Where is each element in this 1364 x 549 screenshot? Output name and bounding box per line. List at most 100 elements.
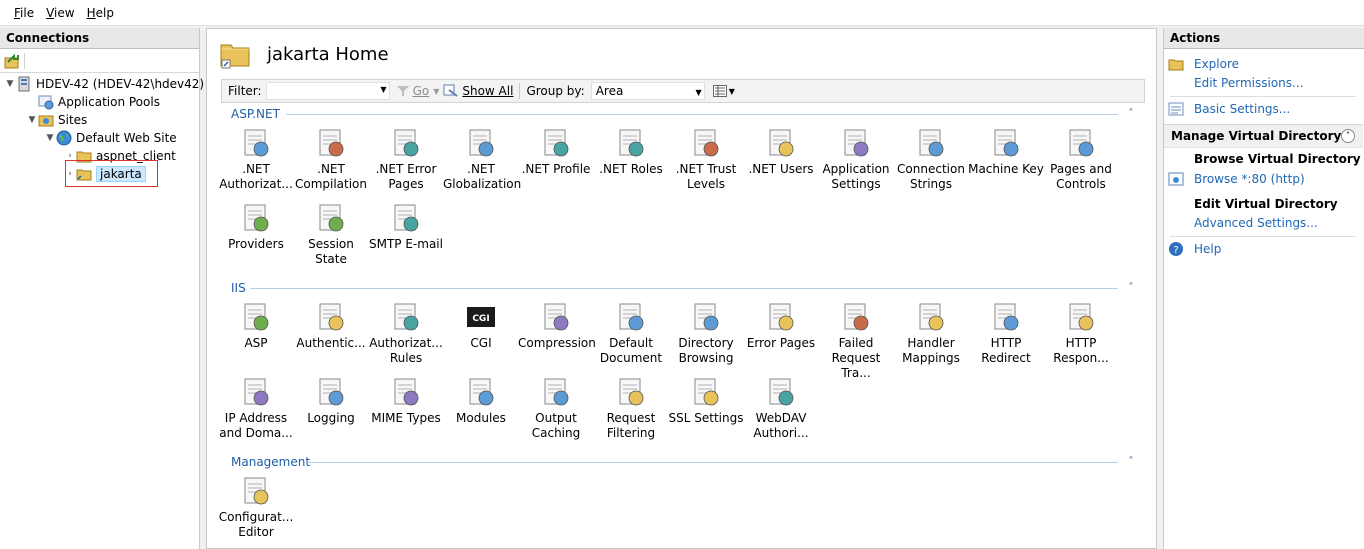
tree-default-site-node[interactable]: ▼ Default Web Site	[44, 129, 177, 147]
basic-settings-action[interactable]: Basic Settings...	[1168, 101, 1290, 117]
feature-request-filtering[interactable]: Request Filtering	[593, 376, 669, 441]
feature-http-redirect[interactable]: HTTP Redirect	[968, 301, 1044, 366]
feature-asp[interactable]: ASP	[218, 301, 294, 351]
feature-compilation[interactable]: .NET Compilation	[293, 127, 369, 192]
show-all-button[interactable]: Show All	[443, 84, 513, 98]
feature-globe[interactable]: .NET Globalization	[443, 127, 521, 192]
group-title-management: Management	[231, 455, 311, 469]
feature-directory-browsing[interactable]: Directory Browsing	[668, 301, 744, 366]
new-connection-icon[interactable]	[4, 53, 20, 69]
expand-arrow-icon[interactable]: ▼	[26, 115, 38, 125]
feature-ssl-lock[interactable]: SSL Settings	[668, 376, 744, 426]
edit-permissions-action[interactable]: Edit Permissions...	[1194, 76, 1303, 90]
feature-label: Handler	[907, 336, 955, 350]
feature-settings-list[interactable]: Application Settings	[818, 127, 894, 192]
help-link[interactable]: Help	[1194, 242, 1221, 256]
actions-header: Actions	[1164, 28, 1364, 49]
feature-mime-types[interactable]: MIME Types	[368, 376, 444, 426]
feature-authentication[interactable]: Authentic...	[293, 301, 369, 351]
expand-arrow-icon[interactable]: ▼	[44, 133, 56, 143]
feature-webdav[interactable]: WebDAV Authori...	[743, 376, 819, 441]
collapse-section-icon[interactable]: ˄	[1341, 129, 1355, 143]
error-pages-404-icon	[743, 301, 819, 333]
feature-users[interactable]: .NET Users	[743, 127, 819, 177]
features-view: jakarta Home Filter: ▼ Go ▼ Show All Gro…	[206, 28, 1157, 549]
feature-failed-request[interactable]: Failed Request Tra...	[818, 301, 894, 381]
feature-trust-globe-check[interactable]: .NET Trust Levels	[668, 127, 744, 192]
feature-server-key[interactable]: Machine Key	[968, 127, 1044, 177]
feature-profile[interactable]: .NET Profile	[518, 127, 594, 177]
dropdown-arrow-icon[interactable]: ▼	[696, 85, 702, 101]
group-header-management[interactable]: Management	[231, 454, 310, 470]
home-header: jakarta Home	[207, 29, 1156, 79]
feature-label: .NET Trust	[675, 162, 737, 176]
group-divider	[250, 288, 1118, 289]
menu-file[interactable]: File	[8, 6, 40, 20]
cgi-icon: CGI	[443, 301, 519, 333]
manage-virtual-directory-header[interactable]: Manage Virtual Directory ˄	[1164, 124, 1363, 148]
feature-smtp-email[interactable]: SMTP E-mail	[368, 202, 444, 252]
actions-divider	[1170, 236, 1356, 237]
group-by-select[interactable]: Area ▼	[590, 82, 705, 101]
feature-providers[interactable]: Providers	[218, 202, 294, 252]
feature-default-document[interactable]: Default Document	[593, 301, 669, 366]
logging-icon	[293, 376, 369, 408]
feature-roles[interactable]: .NET Roles	[593, 127, 669, 177]
advanced-settings-action[interactable]: Advanced Settings...	[1194, 216, 1318, 230]
tree-sites-node[interactable]: ▼ Sites	[26, 111, 88, 129]
webdav-icon	[743, 376, 819, 408]
collapse-group-icon[interactable]: ˄	[1126, 109, 1136, 119]
filter-input[interactable]: ▼	[265, 82, 390, 100]
go-button[interactable]: Go	[396, 84, 429, 98]
explore-link[interactable]: Explore	[1194, 57, 1239, 71]
feature-http-response[interactable]: HTTP Respon...	[1043, 301, 1119, 366]
manage-title: Manage Virtual Directory	[1171, 129, 1342, 143]
feature-modules[interactable]: Modules	[443, 376, 519, 426]
feature-label: Machine Key	[968, 162, 1044, 176]
feature-compression[interactable]: Compression	[518, 301, 596, 351]
group-header-iis[interactable]: IIS	[231, 280, 246, 296]
browse-link[interactable]: Browse *:80 (http)	[1194, 172, 1305, 186]
go-dropdown-arrow-icon[interactable]: ▼	[433, 87, 439, 96]
tree-app-pools-node[interactable]: Application Pools	[26, 93, 160, 111]
menu-help[interactable]: Help	[81, 6, 120, 20]
tree-sites-label: Sites	[58, 113, 88, 127]
feature-handler-mappings[interactable]: Handler Mappings	[893, 301, 969, 366]
funnel-icon	[396, 86, 409, 96]
feature-error-pages-404[interactable]: Error Pages	[743, 301, 819, 351]
collapse-group-icon[interactable]: ˄	[1126, 283, 1136, 293]
feature-pages-controls[interactable]: Pages and Controls	[1043, 127, 1119, 192]
feature-cgi[interactable]: CGI CGI	[443, 301, 519, 351]
browse-action[interactable]: Browse *:80 (http)	[1168, 171, 1305, 187]
collapse-group-icon[interactable]: ˄	[1126, 457, 1136, 467]
feature-output-caching[interactable]: Output Caching	[518, 376, 594, 441]
feature-label: Authorizat...	[369, 336, 443, 350]
menu-view[interactable]: View	[40, 6, 80, 20]
feature-error-page-404[interactable]: .NET Error Pages	[368, 127, 444, 192]
feature-authorization-rules[interactable]: Authorizat... Rules	[368, 301, 444, 366]
menu-bar: File View Help	[0, 0, 1364, 26]
session-state-icon	[293, 202, 369, 234]
feature-authorization-lock[interactable]: .NET Authorizat...	[218, 127, 294, 192]
feature-logging[interactable]: Logging	[293, 376, 369, 426]
view-mode-button[interactable]: ▼	[712, 85, 735, 97]
feature-session-state[interactable]: Session State	[293, 202, 369, 267]
feature-label: .NET	[242, 162, 270, 176]
feature-ip-address[interactable]: IP Address and Doma...	[218, 376, 294, 441]
feature-label: .NET	[467, 162, 495, 176]
tree-server-node[interactable]: ▼ HDEV-42 (HDEV-42\hdev42)	[4, 75, 204, 93]
feature-database-ab[interactable]: Connection Strings	[893, 127, 969, 192]
edit-permissions-link[interactable]: Edit Permissions...	[1194, 76, 1303, 90]
ip-address-icon	[218, 376, 294, 408]
roles-icon	[593, 127, 669, 159]
dropdown-arrow-icon[interactable]: ▼	[380, 85, 386, 94]
basic-settings-link[interactable]: Basic Settings...	[1194, 102, 1290, 116]
explore-action[interactable]: Explore	[1168, 56, 1239, 72]
feature-configuration-editor[interactable]: Configurat... Editor	[218, 475, 294, 540]
expand-arrow-icon[interactable]: ▼	[4, 79, 16, 89]
filter-bar: Filter: ▼ Go ▼ Show All Group by: Area ▼ …	[221, 79, 1145, 103]
group-header-aspnet[interactable]: ASP.NET	[231, 106, 280, 122]
advanced-settings-link[interactable]: Advanced Settings...	[1194, 216, 1318, 230]
feature-label: IP Address	[224, 411, 288, 425]
help-action[interactable]: ? Help	[1168, 241, 1221, 257]
